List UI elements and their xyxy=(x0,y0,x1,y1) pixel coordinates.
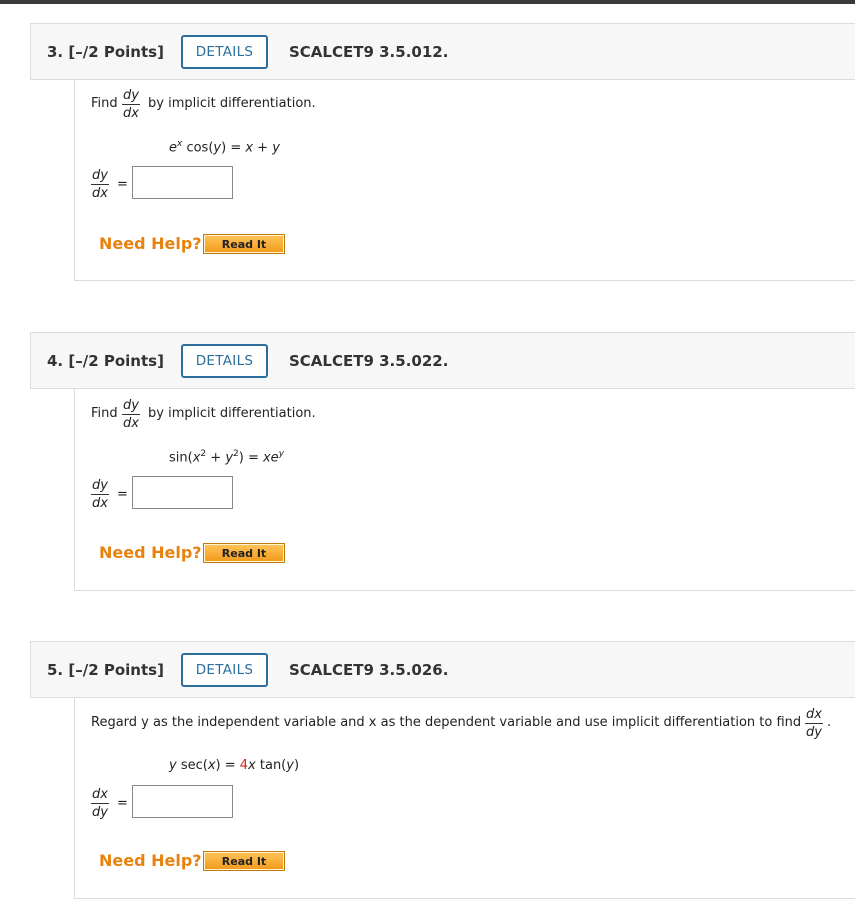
equals-sign: = xyxy=(117,487,128,502)
equation: ex cos(y) = x + y xyxy=(169,139,280,156)
read-it-button[interactable]: Read It xyxy=(203,543,285,563)
need-help-label: Need Help? xyxy=(99,851,202,870)
derivative-fraction: dy dx xyxy=(122,88,140,121)
read-it-button[interactable]: Read It xyxy=(203,851,285,871)
details-button[interactable]: DETAILS xyxy=(181,35,268,69)
answer-input[interactable] xyxy=(132,785,233,818)
question-code: SCALCET9 3.5.022. xyxy=(289,352,449,370)
question-5-header: 5. [–/2 Points] DETAILS SCALCET9 3.5.026… xyxy=(30,641,855,698)
details-button[interactable]: DETAILS xyxy=(181,344,268,378)
equals-sign: = xyxy=(117,796,128,811)
read-it-button[interactable]: Read It xyxy=(203,234,285,254)
question-3-body: Find dy dx by implicit differentiation. e… xyxy=(74,80,855,281)
instruction-prefix: Find xyxy=(91,406,118,421)
instruction: Regard y as the independent variable and… xyxy=(91,715,802,730)
instruction-prefix: Find xyxy=(91,96,118,111)
question-4-body: Find dy dx by implicit differentiation. s… xyxy=(74,389,855,591)
top-bar xyxy=(0,0,855,4)
question-code: SCALCET9 3.5.026. xyxy=(289,661,449,679)
question-4-header: 4. [–/2 Points] DETAILS SCALCET9 3.5.022… xyxy=(30,332,855,389)
question-code: SCALCET9 3.5.012. xyxy=(289,43,449,61)
period: . xyxy=(827,715,832,730)
answer-input[interactable] xyxy=(132,166,233,199)
answer-fraction-label: dy dx xyxy=(91,478,109,511)
instruction-suffix: by implicit differentiation. xyxy=(148,96,316,111)
question-5-number: 5. [–/2 Points] xyxy=(47,661,164,679)
need-help-label: Need Help? xyxy=(99,543,202,562)
answer-fraction-label: dy dx xyxy=(91,168,109,201)
need-help-label: Need Help? xyxy=(99,234,202,253)
details-button[interactable]: DETAILS xyxy=(181,653,268,687)
derivative-fraction: dy dx xyxy=(122,398,140,431)
equation: sin(x2 + y2) = xey xyxy=(169,449,285,466)
instruction-suffix: by implicit differentiation. xyxy=(148,406,316,421)
equals-sign: = xyxy=(117,177,128,192)
equation: y sec(x) = 4x tan(y) xyxy=(169,758,300,773)
question-4-number: 4. [–/2 Points] xyxy=(47,352,164,370)
question-3-number: 3. [–/2 Points] xyxy=(47,43,164,61)
answer-input[interactable] xyxy=(132,476,233,509)
answer-fraction-label: dx dy xyxy=(91,787,109,820)
question-3-header: 3. [–/2 Points] DETAILS SCALCET9 3.5.012… xyxy=(30,23,855,80)
question-5-body: Regard y as the independent variable and… xyxy=(74,698,855,899)
derivative-fraction: dx dy xyxy=(805,707,823,740)
